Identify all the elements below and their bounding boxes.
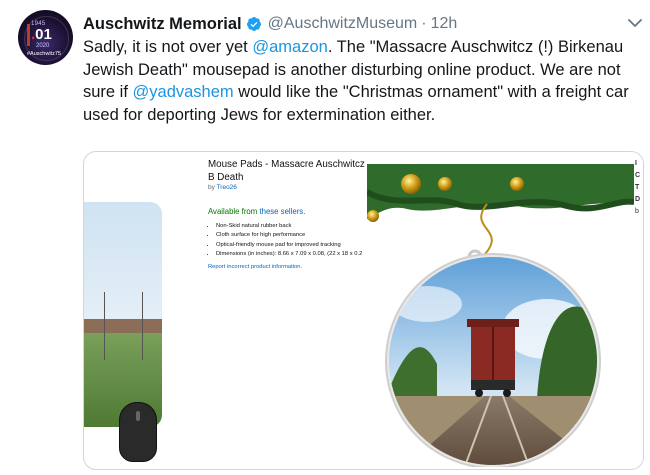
product-feature-item: Non-Skid natural rubber back [216,222,381,231]
cropped-letter: T [635,184,640,191]
tweet-text: Sadly, it is not over yet @amazon. The "… [83,36,638,126]
avatar-hashtag: #Auschwitz75 [27,51,61,57]
gold-bauble [510,177,524,191]
cropped-letter: b [635,208,639,215]
gold-bauble [401,174,421,194]
product-feature-item: Optical-friendly mouse pad for improved … [216,241,381,250]
avatar-accent [27,24,30,46]
product-feature-item: Dimensions (in inches): 8.66 x 7.09 x 0.… [216,250,381,259]
report-product-info-link: Report incorrect product information. [208,264,303,270]
mention-amazon-link[interactable]: @amazon [252,38,327,56]
product-brand-prefix: by [208,184,217,191]
gold-bauble [367,210,379,222]
avatar-number-text: 01 [35,26,52,43]
author-handle[interactable]: @AuschwitzMuseum [268,15,418,33]
mouse-wheel [136,411,140,421]
header-separator: · [421,15,427,32]
product-brand: by Treo26 [208,184,237,191]
computer-mouse-image [119,402,157,462]
mousepad-photo [84,202,162,427]
product-availability: Available from these sellers. [208,207,305,216]
verified-badge-icon [246,17,261,31]
freight-car-undercarriage [471,380,515,390]
wheel [503,389,511,397]
avatar-year-bottom: 2020 [36,43,50,49]
availability-sellers-link: these sellers. [259,207,306,216]
avatar[interactable]: 1945 .01 2020 #Auschwitz75 [18,10,73,65]
author-name[interactable]: Auschwitz Memorial [83,15,242,34]
cropped-letter: D [635,196,641,203]
wheel [475,389,483,397]
product-title: Mouse Pads - Massacre Auschwitcz B Death [208,159,365,183]
freight-car-roof [467,319,519,327]
tweet-media-image[interactable]: Mouse Pads - Massacre Auschwitcz B Death… [83,151,644,470]
cropped-letter: C [635,172,641,179]
product-feature-list: Non-Skid natural rubber back Cloth surfa… [208,222,381,259]
mention-yadvashem-link[interactable]: @yadvashem [133,83,234,101]
cropped-letter: I [635,160,637,167]
product-brand-link: Treo26 [216,184,237,191]
tweet-text-part1: Sadly, it is not over yet [83,38,253,56]
availability-prefix: Available from [208,207,260,216]
tweet-header: Auschwitz Memorial @AuschwitzMuseum · 12… [83,14,457,34]
tweet-card[interactable]: 1945 .01 2020 #Auschwitz75 Auschwitz Mem… [0,0,650,475]
avatar-number: .01 [31,26,52,43]
cropped-text-column: I C T D b [634,152,643,469]
photo-sky [84,202,162,337]
chevron-down-icon[interactable] [626,15,644,31]
photo-fence-post [104,292,105,360]
photo-fence-post [142,292,143,360]
gold-bauble [438,177,452,191]
christmas-ornament-photo [367,164,634,467]
tweet-timestamp[interactable]: 12h [431,15,458,33]
product-feature-item: Cloth surface for high performance [216,231,381,240]
